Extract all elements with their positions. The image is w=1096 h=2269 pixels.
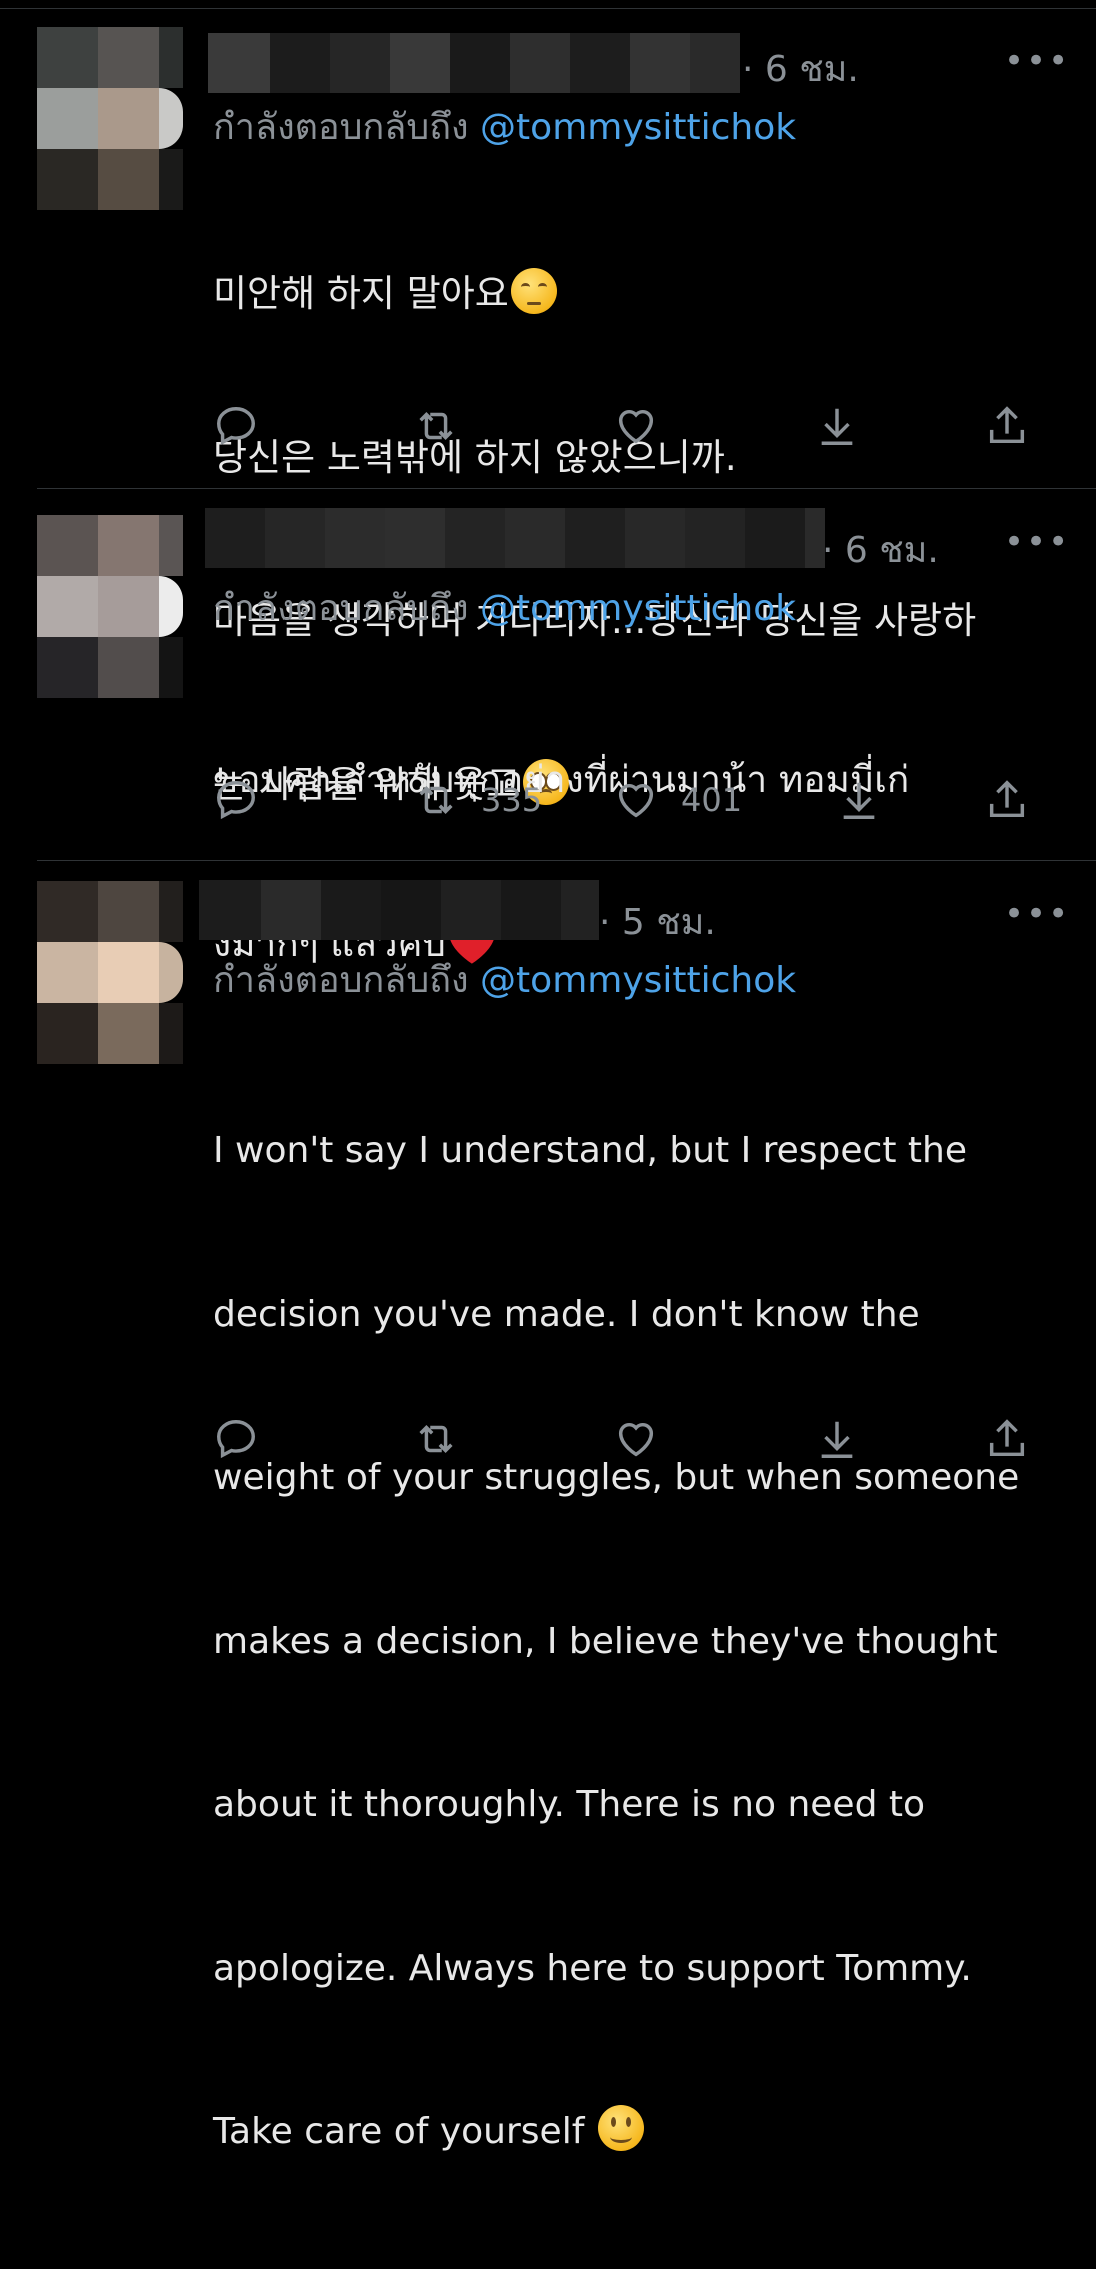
text-line: about it thoroughly. There is no need to — [213, 1784, 926, 1825]
like-icon — [618, 409, 654, 444]
retweet-count: 335 — [481, 781, 543, 819]
reply-button[interactable] — [213, 396, 259, 456]
reply-icon — [217, 781, 255, 820]
more-icon[interactable]: ••• — [1004, 44, 1070, 78]
reply-icon — [217, 1420, 255, 1459]
username-redacted[interactable] — [205, 508, 825, 568]
reply-prefix: กำลังตอบกลับถึง — [213, 107, 469, 148]
timestamp[interactable]: · 6 ชม. — [742, 40, 859, 97]
like-button[interactable] — [613, 1409, 681, 1469]
username-redacted[interactable] — [208, 33, 740, 93]
reply-prefix: กำลังตอบกลับถึง — [213, 960, 469, 1001]
reply-handle-link[interactable]: @tommysittichok — [480, 960, 796, 1001]
text-line: makes a decision, I believe they've thou… — [213, 1620, 998, 1662]
replying-to: กำลังตอบกลับถึง @tommysittichok — [213, 98, 796, 155]
tweet-text: I won't say I understand, but I respect … — [213, 1015, 1073, 2269]
like-count: 401 — [681, 781, 743, 819]
more-icon[interactable]: ••• — [1004, 897, 1070, 931]
tweet-actions — [0, 396, 1096, 456]
tweet-actions: 335 401 — [0, 770, 1096, 830]
retweet-icon — [419, 412, 453, 440]
replying-to: กำลังตอบกลับถึง @tommysittichok — [213, 951, 796, 1008]
retweet-button[interactable]: 335 — [413, 770, 542, 830]
retweet-button[interactable] — [413, 396, 481, 456]
like-button[interactable]: 401 — [613, 770, 742, 830]
avatar[interactable] — [37, 27, 183, 210]
download-icon — [821, 408, 853, 445]
share-icon — [989, 1419, 1025, 1457]
avatar[interactable] — [37, 881, 183, 1064]
text-line: apologize. Always here to support Tommy. — [213, 1947, 972, 1989]
username-redacted[interactable] — [199, 880, 599, 940]
text-line: Take care of yourself — [213, 2105, 1073, 2160]
reply-handle-link[interactable]: @tommysittichok — [480, 588, 796, 629]
download-icon — [843, 782, 875, 819]
share-icon — [989, 406, 1025, 444]
tweet-1[interactable]: · 6 ชม. ••• กำลังตอบกลับถึง @tommysittic… — [0, 0, 1096, 806]
more-icon[interactable]: ••• — [1004, 525, 1070, 559]
tweet-3[interactable]: · 5 ชม. ••• กำลังตอบกลับถึง @tommysittic… — [0, 861, 1096, 2152]
slightly-smiling-face-icon — [597, 2105, 644, 2151]
reply-button[interactable] — [213, 770, 259, 830]
download-button[interactable] — [814, 1409, 860, 1469]
download-icon — [821, 1421, 853, 1458]
like-button[interactable] — [613, 396, 681, 456]
timestamp[interactable]: · 6 ชม. — [822, 521, 939, 578]
text-line: I won't say I understand, but I respect … — [213, 1130, 967, 1171]
retweet-icon — [419, 1425, 453, 1453]
text-line: decision you've made. I don't know the — [213, 1293, 920, 1335]
reply-prefix: กำลังตอบกลับถึง — [213, 588, 469, 629]
like-icon — [618, 783, 654, 818]
retweet-button[interactable] — [413, 1409, 481, 1469]
reply-icon — [217, 407, 255, 446]
download-button[interactable] — [814, 396, 860, 456]
share-button[interactable] — [984, 1409, 1030, 1469]
avatar[interactable] — [37, 515, 183, 698]
pensive-face-icon — [510, 268, 557, 314]
download-button[interactable] — [836, 770, 882, 830]
retweet-icon — [419, 786, 453, 814]
reply-handle-link[interactable]: @tommysittichok — [480, 107, 796, 148]
share-button[interactable] — [984, 770, 1030, 830]
reply-button[interactable] — [213, 1409, 259, 1469]
share-button[interactable] — [984, 396, 1030, 456]
timestamp[interactable]: · 5 ชม. — [599, 893, 716, 950]
text-line: 미안해 하지 말아요 — [213, 267, 1073, 322]
replying-to: กำลังตอบกลับถึง @tommysittichok — [213, 579, 796, 636]
like-icon — [618, 1422, 654, 1457]
share-icon — [989, 780, 1025, 818]
tweet-2[interactable]: · 6 ชม. ••• กำลังตอบกลับถึง @tommysittic… — [0, 489, 1096, 965]
tweet-actions — [0, 1409, 1096, 1469]
